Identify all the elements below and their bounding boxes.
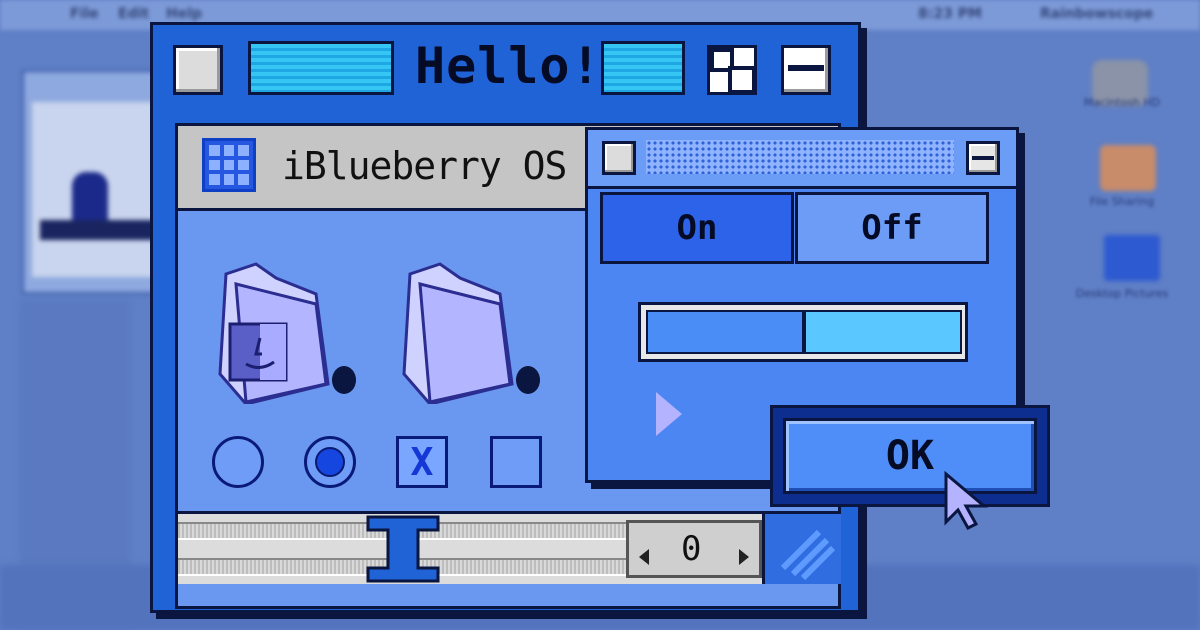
scroll-thumb[interactable] [366,514,440,584]
header-title: iBlueberry OS [282,144,567,188]
menu-app-name[interactable]: Rainbowscope [1040,6,1153,22]
title-stripes-right [601,41,685,95]
desktop-label-hd: Macintosh HD [1083,96,1161,109]
grid-view-icon[interactable] [202,138,256,192]
folder-icon [1104,235,1160,281]
zoom-icon [710,48,756,94]
progress-remaining [804,310,962,354]
checkbox-1[interactable]: X [396,436,448,488]
mouse-cursor-icon [944,470,989,530]
ok-button-frame: OK [770,405,1050,507]
progress-bar [638,302,968,362]
toggle-off[interactable]: Off [795,192,989,264]
resize-grip-icon [780,529,836,581]
dialog-title-bar[interactable] [588,130,1016,189]
title-bar[interactable]: Hello! [153,25,858,120]
horizontal-scrollbar[interactable]: 0 [178,511,762,584]
menu-file[interactable]: File [70,6,99,22]
stepper-left-arrow-icon[interactable] [639,549,649,565]
stepper-value: 0 [681,529,702,569]
radio-button-2[interactable] [304,436,356,488]
collapse-icon [972,156,994,160]
finder-folder-icon[interactable] [216,254,356,406]
menu-clock: 8:23 PM [918,6,982,22]
folder-icon[interactable] [400,254,540,406]
stepper-right-arrow-icon[interactable] [739,549,749,565]
menu-edit[interactable]: Edit [118,6,149,22]
desktop-label-sharing: File Sharing [1089,195,1155,208]
radio-button-1[interactable] [212,436,264,488]
collapse-button[interactable] [781,45,831,95]
checkbox-mark: X [410,440,434,484]
zoom-button[interactable] [707,45,757,95]
window-title: Hello! [415,37,602,95]
menu-help[interactable]: Help [166,6,202,22]
checkbox-2[interactable] [490,436,542,488]
dialog-close-button[interactable] [602,141,636,175]
resize-handle[interactable] [762,511,841,584]
progress-fill [646,310,804,354]
file-sharing-icon [1100,145,1156,191]
dialog-collapse-button[interactable] [966,141,1000,175]
play-icon[interactable] [656,392,682,436]
dialog-title-pattern [646,140,954,174]
collapse-icon [788,65,824,71]
toggle-on[interactable]: On [600,192,794,264]
desktop-label-pictures: Desktop Pictures [1075,287,1169,300]
ok-button[interactable]: OK [783,418,1037,494]
close-button[interactable] [173,45,223,95]
value-stepper[interactable]: 0 [626,520,762,578]
title-stripes-left [248,41,394,95]
